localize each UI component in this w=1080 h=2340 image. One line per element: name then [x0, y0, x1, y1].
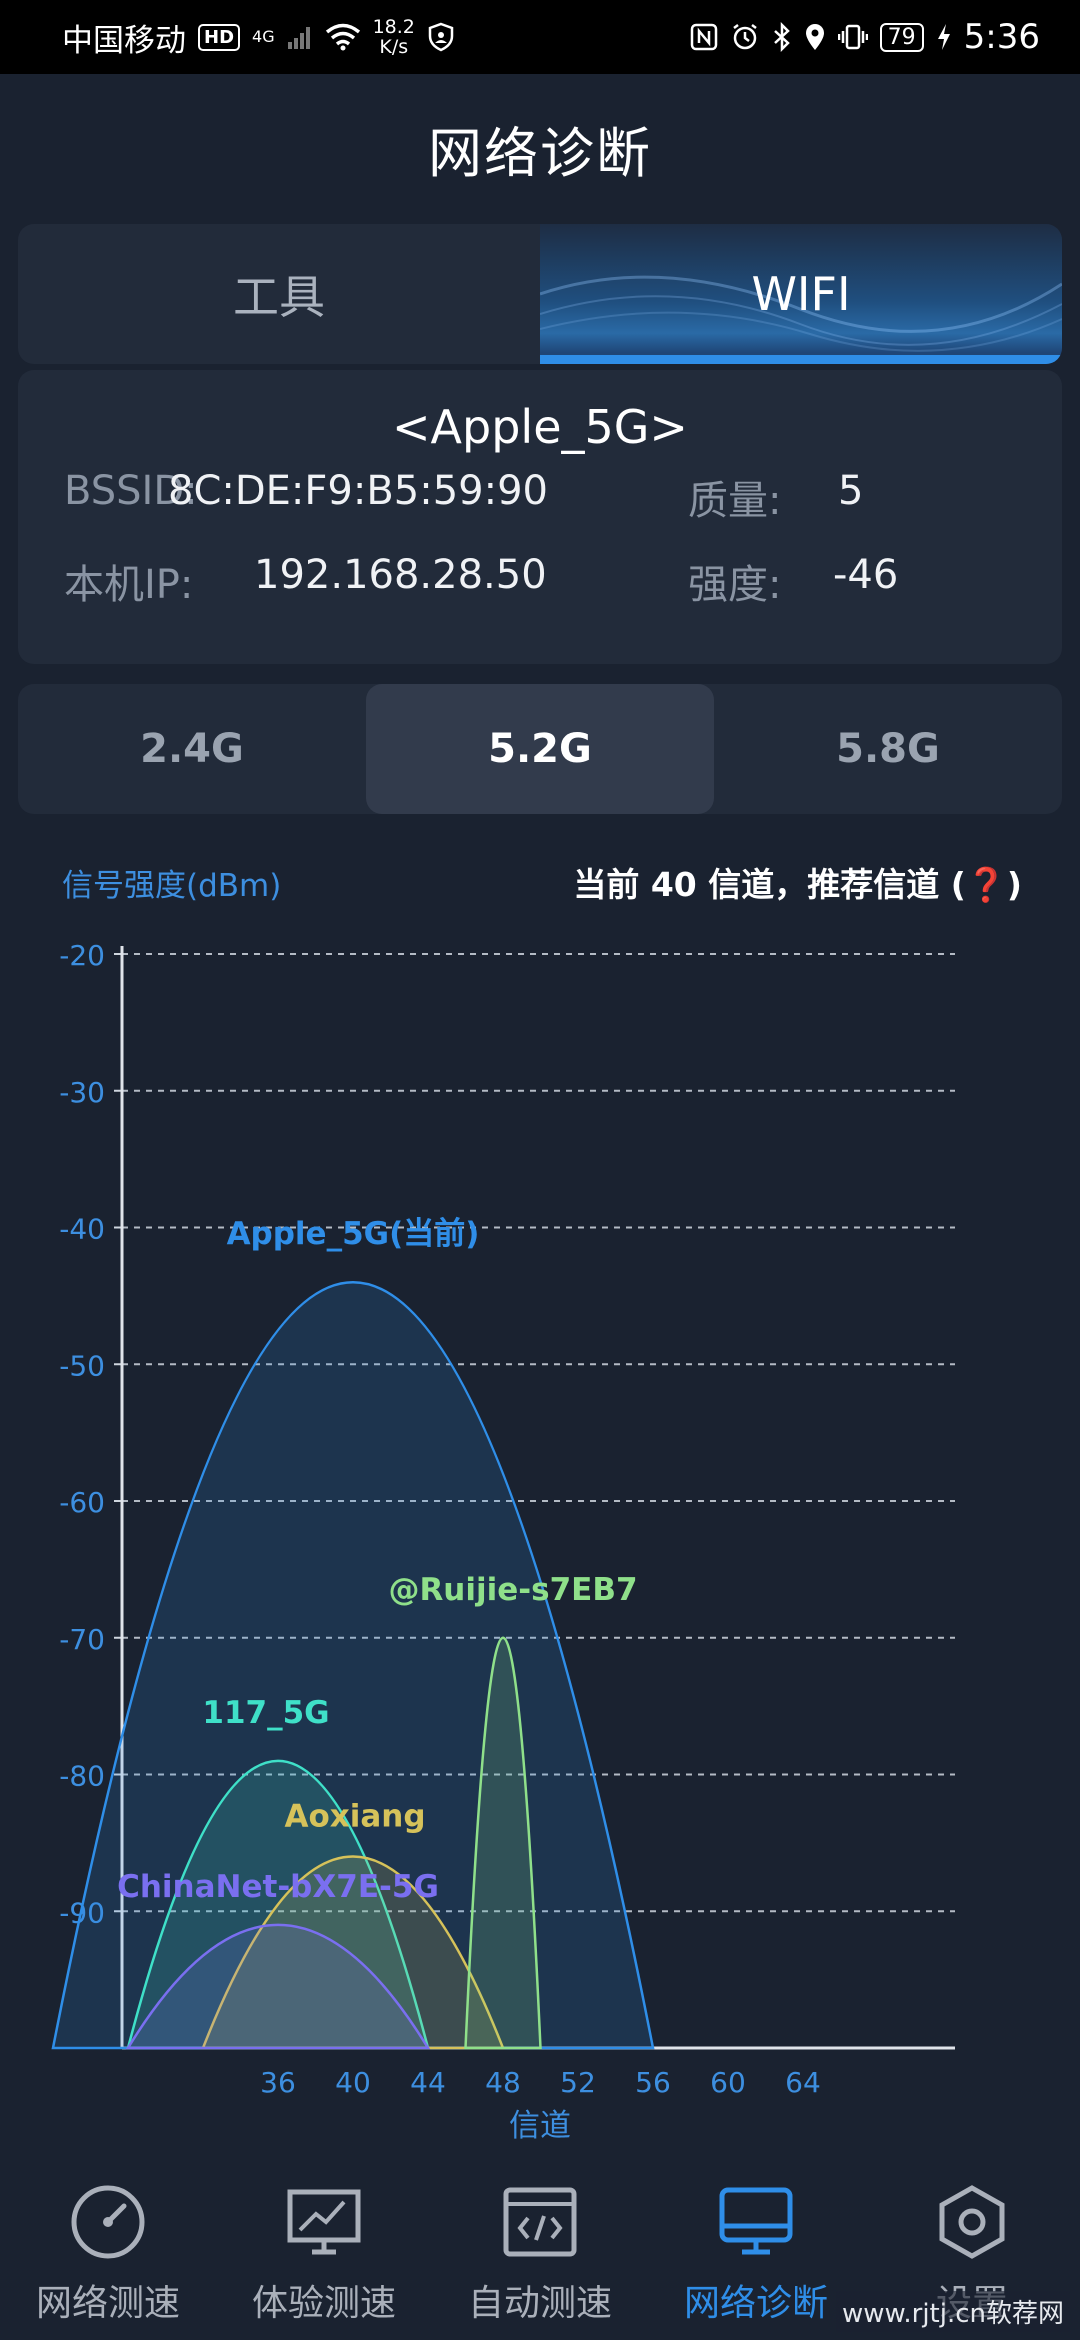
status-right: 79 5:36	[690, 17, 1040, 57]
channel-info-end: )	[1006, 865, 1022, 904]
series-label: ChinaNet-bX7E-5G	[117, 1869, 439, 1905]
series-label: Aoxiang	[284, 1799, 425, 1835]
nav-experience-test-label: 体验测速	[251, 2283, 396, 2324]
series-label: 117_5G	[202, 1695, 329, 1731]
bottom-nav: 网络测速 体验测速 自动测速 网络诊断 设置 www.rjtj.cn软荐网	[0, 2160, 1080, 2340]
nav-auto-test-label: 自动测速	[467, 2283, 612, 2324]
nav-diagnosis-label: 网络诊断	[683, 2283, 828, 2324]
x-tick-label: 52	[560, 2066, 596, 2099]
tab-tools[interactable]: 工具	[18, 224, 540, 364]
nav-speed-test[interactable]: 网络测速	[0, 2160, 216, 2340]
page-title: 网络诊断	[428, 121, 652, 185]
signal-icon	[287, 27, 310, 49]
strength-value: -46	[833, 552, 899, 598]
hexagon-gear-icon	[939, 2185, 1005, 2259]
network-type: 4G	[252, 27, 275, 46]
band-tab-bar: 2.4G 5.2G 5.8G	[18, 684, 1062, 814]
y-tick-label: -30	[59, 1076, 105, 1109]
nfc-icon	[690, 23, 717, 51]
x-tick-label: 44	[410, 2066, 446, 2099]
bluetooth-icon	[773, 22, 790, 52]
nav-speed-test-label: 网络测速	[35, 2283, 180, 2324]
channel-info: 当前 40 信道，推荐信道 (❓)	[573, 858, 1022, 906]
status-left: 中国移动 HD 4G 18.2 K/s	[62, 15, 455, 60]
nav-diagnosis[interactable]: 网络诊断	[648, 2160, 864, 2340]
alarm-icon	[732, 24, 757, 50]
band-tab-2-4g[interactable]: 2.4G	[18, 684, 366, 814]
watermark: www.rjtj.cn软荐网	[835, 2291, 1070, 2332]
x-tick-label: 60	[710, 2066, 746, 2099]
channel-chart: -20-30-40-50-60-70-80-9036 40 44 48 52 56 60 64…	[51, 939, 955, 2144]
x-tick-label: 40	[335, 2066, 371, 2099]
tab-wifi-label: WIFI	[751, 267, 851, 321]
y-tick-label: -50	[59, 1349, 105, 1382]
monitor-icon	[719, 2187, 793, 2255]
carrier-text: 中国移动	[62, 22, 186, 59]
strength-label: 强度:	[688, 562, 782, 608]
tab-wifi[interactable]: WIFI	[540, 224, 1062, 364]
x-axis-title: 信道	[509, 2108, 571, 2144]
quality-value: 5	[838, 468, 864, 514]
net-speed-unit: K/s	[379, 36, 409, 58]
band-tab-5-2g[interactable]: 5.2G	[366, 684, 714, 814]
net-speed-value: 18.2	[372, 16, 415, 38]
wifi-icon	[325, 23, 360, 51]
shield-icon	[428, 22, 454, 52]
nav-experience-test[interactable]: 体验测速	[216, 2160, 432, 2340]
vibrate-icon	[837, 24, 868, 50]
tab-tools-label: 工具	[233, 270, 325, 324]
y-tick-label: -80	[59, 1760, 105, 1793]
x-tick-label: 56	[635, 2066, 671, 2099]
ssid-text: <Apple_5G>	[392, 400, 688, 454]
ip-label: 本机IP:	[64, 562, 194, 608]
nav-auto-test[interactable]: 自动测速	[432, 2160, 648, 2340]
y-tick-label: -40	[59, 1213, 105, 1246]
channel-info-text: 当前 40 信道，推荐信道 (	[573, 865, 966, 904]
top-tab-bar: 工具 WIFI	[18, 224, 1062, 364]
bssid-value: 8C:DE:F9:B5:59:90	[168, 468, 548, 514]
x-tick-label: 64	[785, 2066, 821, 2099]
y-tick-label: -70	[59, 1623, 105, 1656]
band-tab-5-8g[interactable]: 5.8G	[714, 684, 1062, 814]
charging-icon	[937, 24, 950, 50]
chart-monitor-icon	[287, 2189, 361, 2255]
chart-y-axis-title: 信号强度(dBm)	[62, 868, 282, 904]
y-tick-label: -20	[59, 939, 105, 972]
location-icon	[805, 24, 824, 50]
status-bar: 中国移动 HD 4G 18.2 K/s 79 5:36	[0, 0, 1080, 74]
ip-value: 192.168.28.50	[254, 552, 547, 598]
wifi-info-card: <Apple_5G> BSSID: 8C:DE:F9:B5:59:90 质量: …	[18, 370, 1062, 664]
net-speed: 18.2 K/s	[373, 17, 415, 57]
series-label: Apple_5G(当前)	[227, 1216, 480, 1252]
x-tick-label: 36	[260, 2066, 296, 2099]
battery-indicator: 79	[879, 22, 924, 52]
help-icon[interactable]: ❓	[966, 865, 1007, 904]
x-tick-label: 48	[485, 2066, 521, 2099]
y-tick-label: -60	[59, 1486, 105, 1519]
code-window-icon	[503, 2187, 577, 2257]
hd-badge: HD	[198, 23, 241, 51]
series-label: @Ruijie-s7EB7	[388, 1572, 637, 1608]
speedometer-icon	[71, 2185, 145, 2259]
quality-label: 质量:	[688, 478, 782, 524]
clock: 5:36	[963, 17, 1040, 57]
